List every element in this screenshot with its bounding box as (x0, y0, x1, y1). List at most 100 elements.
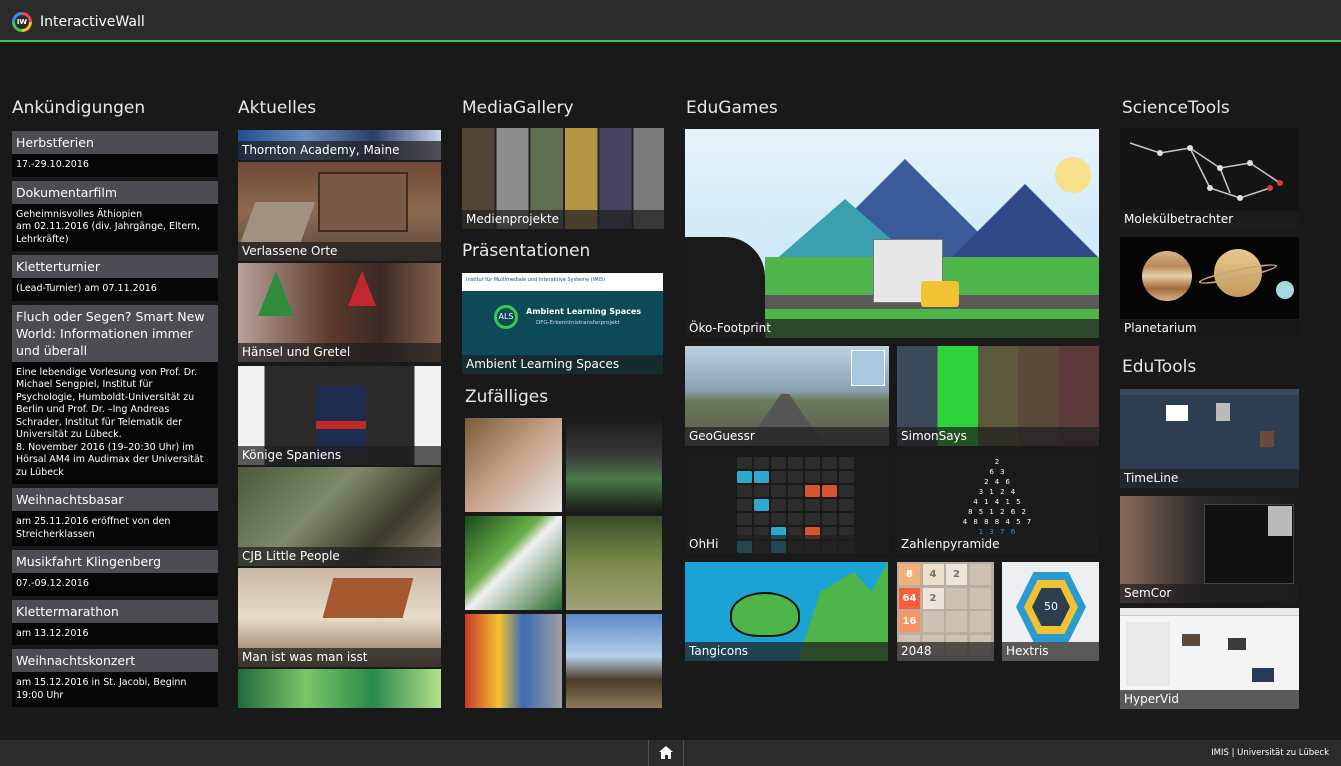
ohhi-cell[interactable] (805, 499, 820, 511)
ohhi-cell[interactable] (771, 499, 786, 511)
random-photo[interactable] (465, 614, 562, 708)
ohhi-cell[interactable] (788, 485, 803, 497)
ohhi-cell[interactable] (822, 485, 837, 497)
board-cell: 2 (946, 564, 967, 585)
ohhi-cell[interactable] (771, 457, 786, 469)
game-tile-simonsays[interactable]: SimonSays (897, 346, 1099, 446)
ohhi-cell[interactable] (754, 499, 769, 511)
ohhi-cell[interactable] (771, 513, 786, 525)
news-tile-haensel-gretel[interactable]: Hänsel und Gretel (238, 263, 441, 362)
random-photo[interactable] (566, 516, 662, 610)
ohhi-cell[interactable] (771, 471, 786, 483)
ohhi-cell[interactable] (822, 471, 837, 483)
pyramid-row: 6 3 (989, 468, 1007, 476)
game-tile-2048[interactable]: 8 4 2 64 2 16 2048 (897, 562, 994, 661)
ohhi-cell[interactable] (788, 513, 803, 525)
news-tile-thornton[interactable]: Thornton Academy, Maine (238, 130, 441, 160)
ohhi-cell[interactable] (737, 513, 752, 525)
ohhi-cell[interactable] (839, 457, 854, 469)
tool-tile-molekuelbetrachter[interactable]: Molekülbetrachter (1120, 128, 1299, 229)
tool-tile-planetarium[interactable]: Planetarium (1120, 237, 1299, 338)
ohhi-cell[interactable] (754, 471, 769, 483)
random-photo[interactable] (465, 516, 562, 610)
announcement-item[interactable]: Weihnachtskonzert am 15.12.2016 in St. J… (12, 649, 218, 707)
news-tile-koenige-spaniens[interactable]: Könige Spaniens (238, 366, 441, 465)
board-cell: 16 (899, 611, 920, 632)
board-cell (922, 611, 944, 632)
announcement-item[interactable]: Klettermarathon am 13.12.2016 (12, 599, 218, 645)
column-title-media: MediaGallery (462, 98, 574, 118)
news-tile-man-ist-was-man-isst[interactable]: Man ist was man isst (238, 568, 441, 667)
ohhi-cell[interactable] (839, 485, 854, 497)
slide-title: Ambient Learning Spaces (526, 307, 642, 316)
media-tile-projects[interactable]: Medienprojekte (462, 128, 664, 229)
ohhi-cell[interactable] (805, 485, 820, 497)
ohhi-cell[interactable] (788, 471, 803, 483)
tile-caption: Molekülbetrachter (1120, 210, 1299, 229)
slide-subtitle: DFG-Erkenntnistransferprojekt (536, 320, 620, 326)
ohhi-cell[interactable] (737, 485, 752, 497)
home-button[interactable] (648, 740, 684, 766)
tile-caption: 2048 (897, 642, 994, 661)
map-icon[interactable] (851, 350, 885, 386)
tile-caption: Planetarium (1120, 319, 1299, 338)
tool-tile-timeline[interactable]: TimeLine (1120, 389, 1299, 488)
ohhi-cell[interactable] (788, 499, 803, 511)
media-tile-presentation[interactable]: Institut für Multimediale und Interaktiv… (462, 273, 663, 374)
browser-bar (1120, 608, 1299, 616)
announcement-body: Geheimnisvolles Äthiopien am 02.11.2016 … (12, 203, 218, 251)
ohhi-cell[interactable] (805, 457, 820, 469)
ohhi-cell[interactable] (839, 513, 854, 525)
news-tile-cjb-little-people[interactable]: CJB Little People (238, 467, 441, 566)
ohhi-cell[interactable] (839, 499, 854, 511)
ohhi-cell[interactable] (754, 485, 769, 497)
announcement-body: 07.-09.12.2016 (12, 573, 218, 596)
tool-tile-semcor[interactable]: SemCor (1120, 496, 1299, 603)
tool-tile-hypervid[interactable]: HyperVid (1120, 608, 1299, 709)
tile-caption: SemCor (1120, 584, 1299, 603)
ohhi-cell[interactable] (805, 513, 820, 525)
ohhi-cell[interactable] (754, 513, 769, 525)
announcement-item[interactable]: Dokumentarfilm Geheimnisvolles Äthiopien… (12, 180, 218, 251)
ohhi-cell[interactable] (737, 471, 752, 483)
thumbnail-placeholder (1216, 403, 1230, 421)
footer-bar: IMIS | Universität zu Lübeck (0, 740, 1341, 766)
board-cell: 64 (899, 587, 920, 609)
board-cell: 2 (922, 587, 944, 609)
game-tile-tangicons[interactable]: Tangicons (685, 562, 888, 661)
random-photo[interactable] (566, 418, 662, 512)
tile-caption: HyperVid (1120, 690, 1299, 709)
game-tile-oeko-footprint[interactable]: Öko-Footprint (685, 129, 1099, 338)
game-tile-hextris[interactable]: 50 Hextris (1002, 562, 1099, 661)
game-tile-ohhi[interactable]: OhHi (685, 455, 889, 554)
random-photo[interactable] (465, 418, 562, 512)
game-tile-zahlenpyramide[interactable]: 2 6 3 2 4 6 3 1 2 4 4 1 4 1 5 8 5 1 2 6 2 4 8 … (897, 455, 1099, 554)
announcement-item[interactable]: Fluch oder Segen? Smart New World: Infor… (12, 304, 218, 484)
ohhi-cell[interactable] (822, 513, 837, 525)
random-photo[interactable] (566, 614, 662, 708)
pyramid-row: 2 (994, 458, 1002, 466)
board-cell (946, 611, 967, 632)
board-cell (969, 587, 991, 609)
announcement-item[interactable]: Weihnachtsbasar am 25.11.2016 eröffnet v… (12, 488, 218, 546)
column-title-presentations: Präsentationen (462, 241, 591, 261)
announcement-item[interactable]: Herbstferien 17.-29.10.2016 (12, 131, 218, 177)
news-tile-extra[interactable] (238, 669, 441, 708)
announcement-item[interactable]: Musikfahrt Klingenberg 07.-09.12.2016 (12, 550, 218, 596)
ohhi-cell[interactable] (822, 457, 837, 469)
ohhi-cell[interactable] (771, 485, 786, 497)
announcement-item[interactable]: Kletterturnier (Lead-Turnier) am 07.11.2… (12, 255, 218, 301)
column-title-news: Aktuelles (238, 98, 317, 118)
tile-caption: Ambient Learning Spaces (462, 355, 663, 374)
ohhi-cell[interactable] (737, 457, 752, 469)
column-title-sciencetools: ScienceTools (1122, 98, 1230, 118)
announcement-body: (Lead-Turnier) am 07.11.2016 (12, 278, 218, 301)
ohhi-cell[interactable] (788, 457, 803, 469)
ohhi-cell[interactable] (805, 471, 820, 483)
news-tile-verlassene-orte[interactable]: Verlassene Orte (238, 162, 441, 261)
ohhi-cell[interactable] (822, 499, 837, 511)
game-tile-geoguessr[interactable]: GeoGuessr (685, 346, 889, 446)
ohhi-cell[interactable] (754, 457, 769, 469)
ohhi-cell[interactable] (839, 471, 854, 483)
ohhi-cell[interactable] (737, 499, 752, 511)
